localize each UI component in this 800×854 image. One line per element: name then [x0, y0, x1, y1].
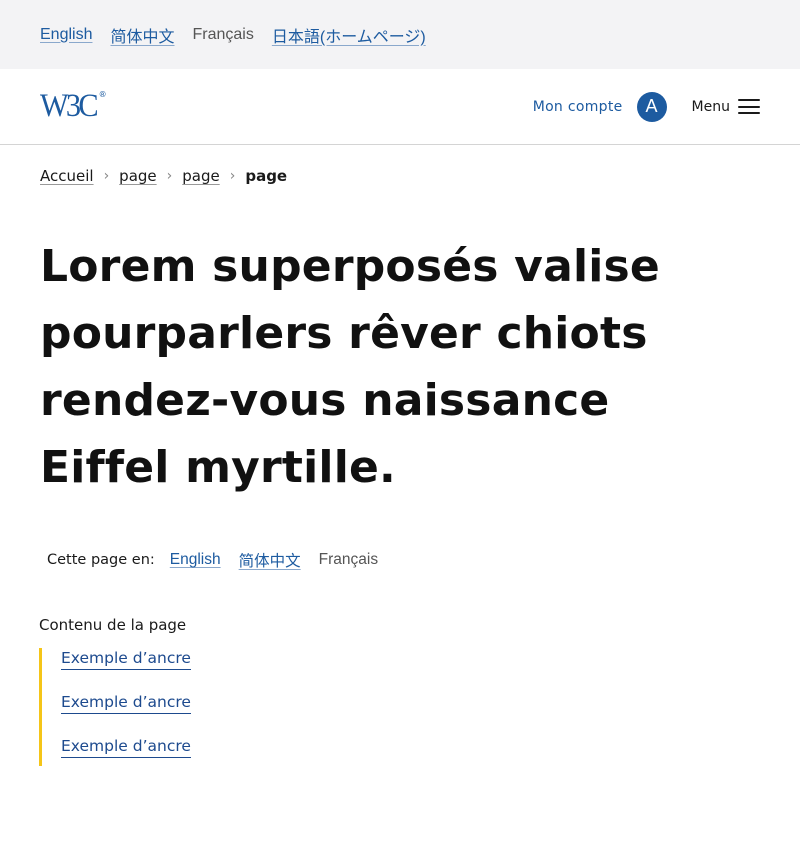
menu-label: Menu — [691, 98, 730, 115]
page-title: Lorem superposés valise pourparlers rêve… — [40, 241, 660, 493]
page-lang-current-french: Français — [318, 551, 379, 568]
toc-item: Exemple d’ancre — [61, 648, 800, 692]
lang-link-chinese[interactable]: 简体中文 — [110, 23, 174, 47]
toc-item: Exemple d’ancre — [61, 736, 800, 766]
toc-anchor-link[interactable]: Exemple d’ancre — [61, 692, 191, 714]
chevron-right-icon: › — [103, 168, 110, 184]
menu-button[interactable]: Menu — [692, 99, 760, 115]
chevron-right-icon: › — [166, 168, 173, 184]
lang-link-english[interactable]: English — [40, 26, 92, 44]
registered-mark: ® — [98, 90, 107, 99]
logo-text: W3C — [40, 88, 99, 124]
toc-title: Contenu de la page — [39, 616, 187, 634]
header-actions: Mon compte A Menu — [533, 91, 760, 122]
breadcrumb-page-1[interactable]: page — [119, 167, 156, 185]
lang-link-japanese[interactable]: 日本語(ホームページ) — [272, 23, 426, 47]
page-languages-label: Cette page en: — [47, 552, 155, 568]
breadcrumb-current: page — [245, 167, 288, 185]
site-header: W3C ® Mon compte A Menu — [0, 69, 800, 145]
page-lang-chinese[interactable]: 简体中文 — [239, 549, 301, 571]
breadcrumb: Accueil › page › page › page — [0, 165, 800, 187]
breadcrumb-page-2[interactable]: page — [182, 167, 219, 185]
breadcrumb-home[interactable]: Accueil — [40, 167, 94, 185]
toc-item: Exemple d’ancre — [61, 692, 800, 736]
avatar[interactable]: A — [636, 91, 667, 122]
page-language-switcher: Cette page en: English 简体中文 Français — [47, 549, 800, 571]
hamburger-icon — [738, 99, 760, 114]
table-of-contents: Contenu de la page Exemple d’ancre Exemp… — [39, 616, 800, 766]
toc-anchor-link[interactable]: Exemple d’ancre — [61, 648, 191, 670]
page-lang-english[interactable]: English — [170, 551, 221, 569]
chevron-right-icon: › — [229, 168, 236, 184]
my-account-link[interactable]: Mon compte — [533, 99, 623, 115]
w3c-logo[interactable]: W3C ® — [40, 90, 107, 123]
toc-list: Exemple d’ancre Exemple d’ancre Exemple … — [39, 648, 800, 766]
language-bar: English 简体中文 Français 日本語(ホームページ) — [0, 0, 800, 69]
toc-anchor-link[interactable]: Exemple d’ancre — [61, 736, 191, 758]
lang-current-french: Français — [192, 25, 254, 43]
